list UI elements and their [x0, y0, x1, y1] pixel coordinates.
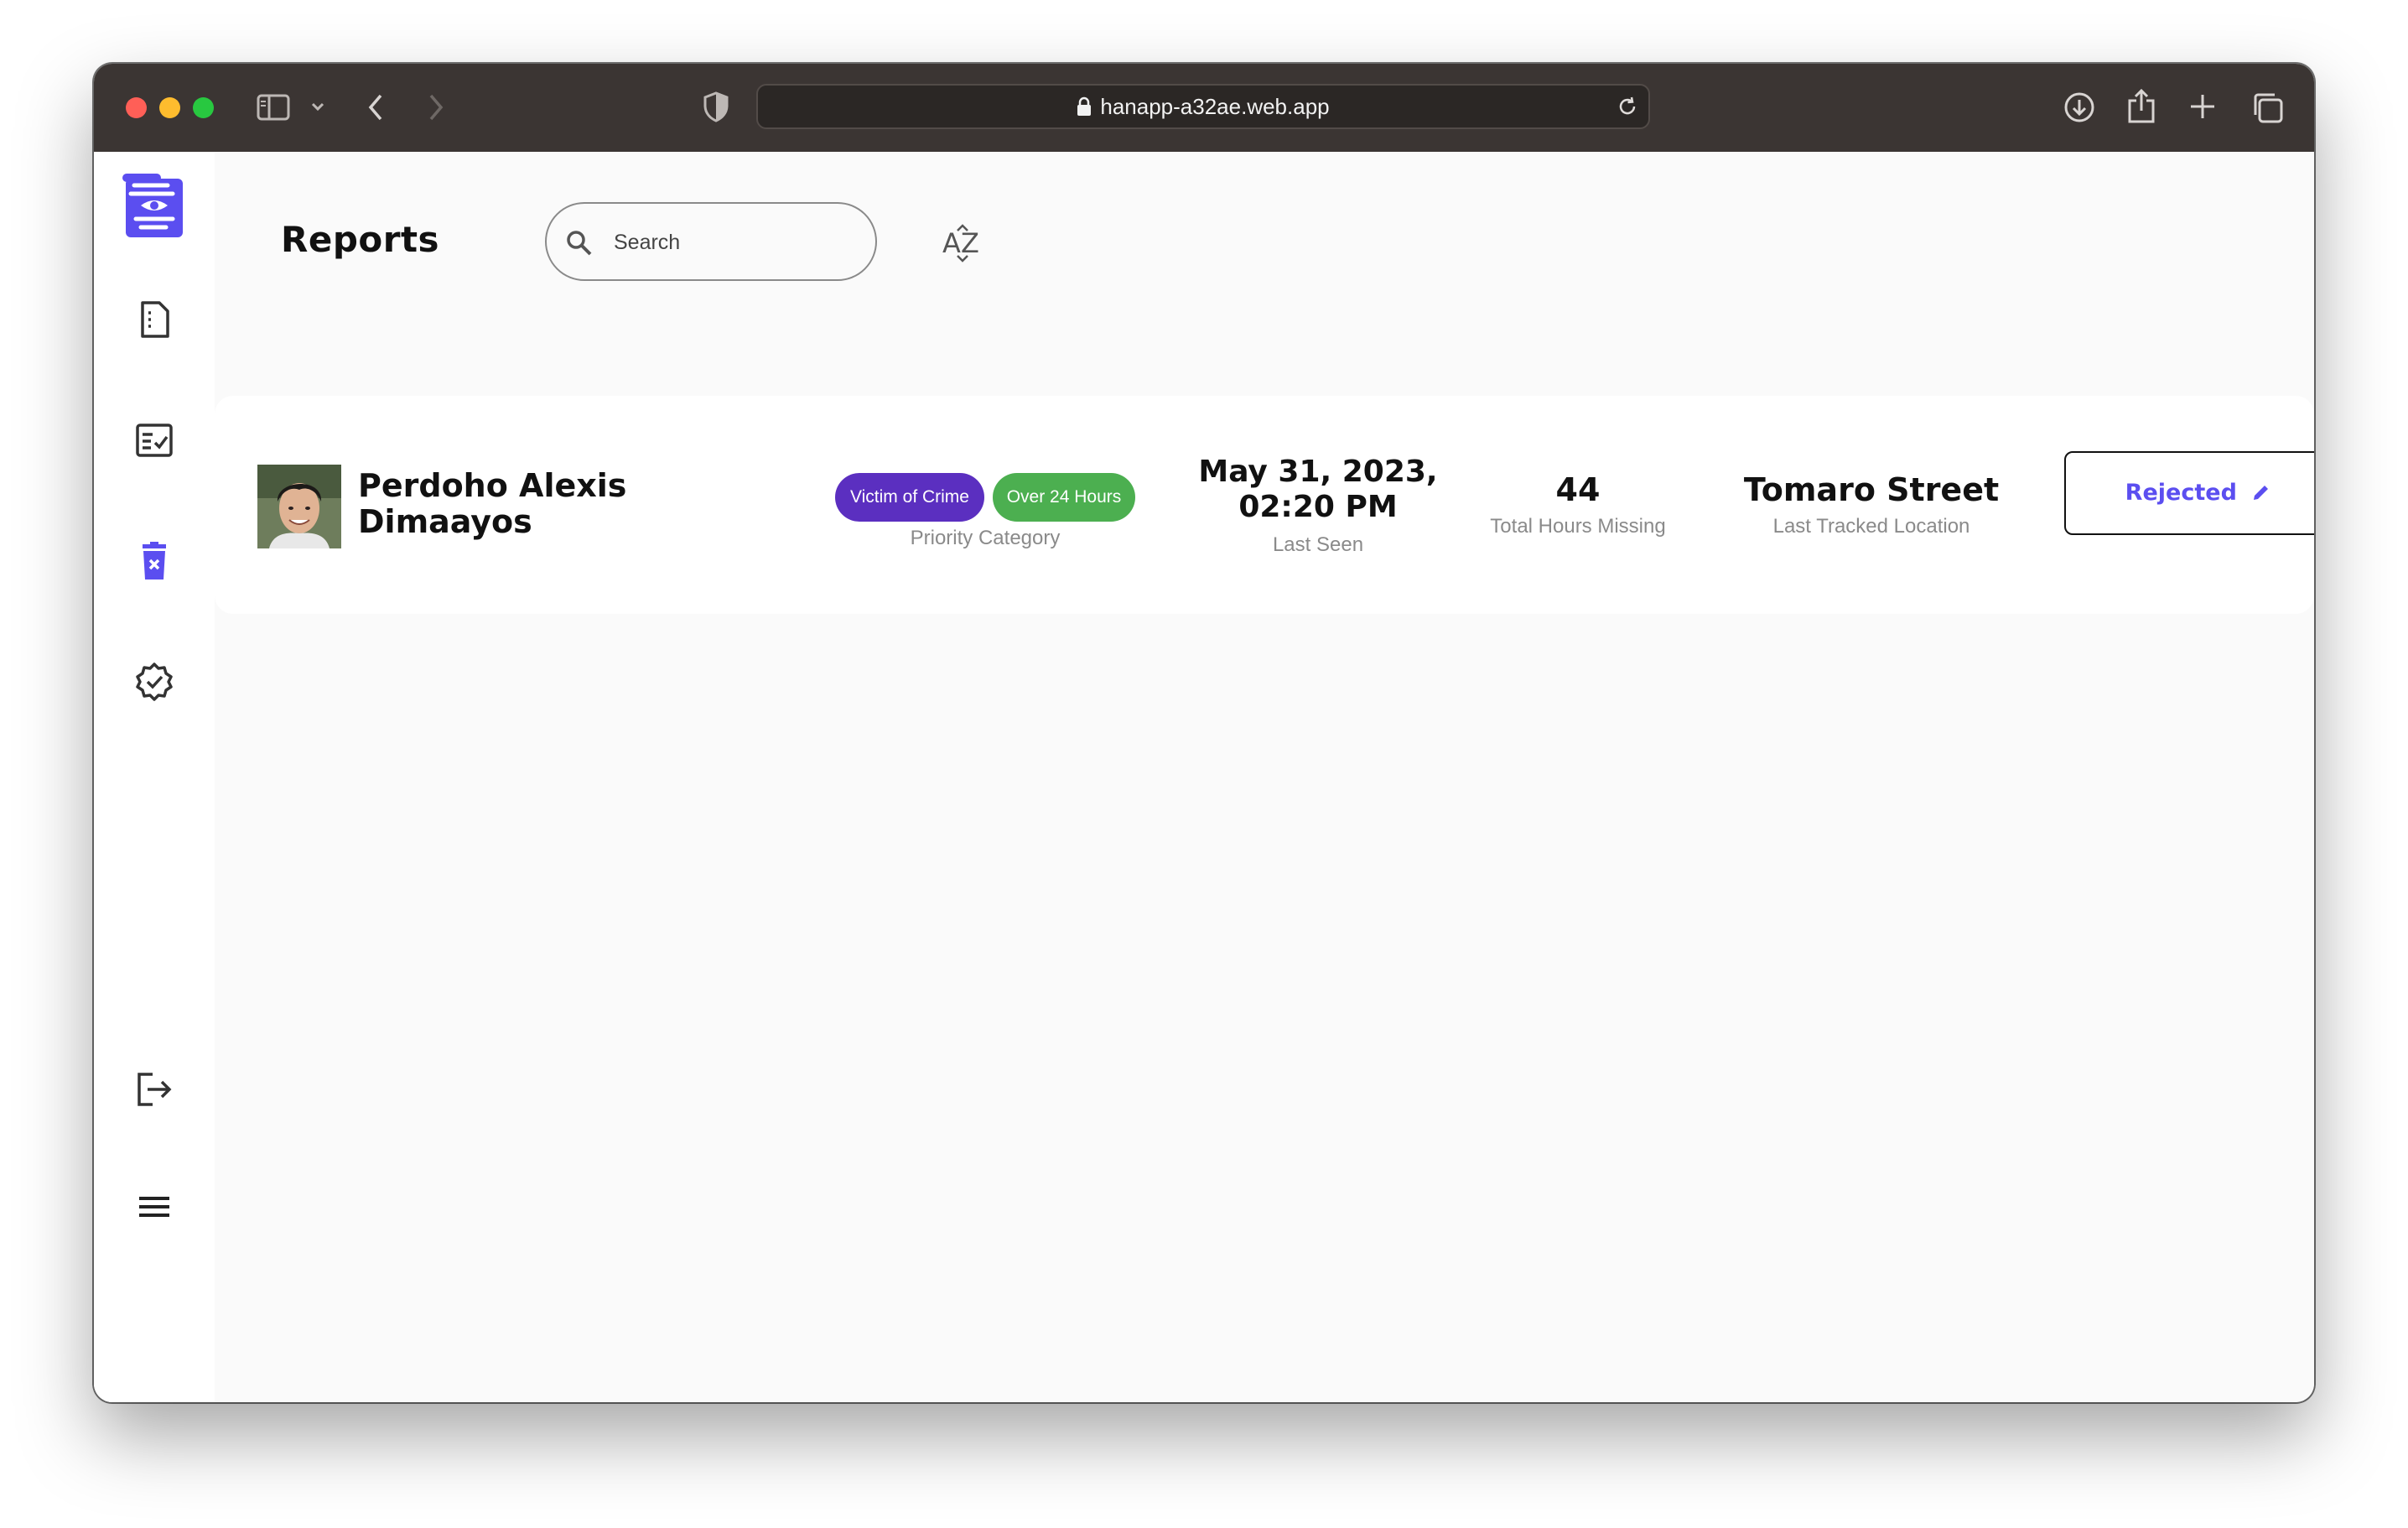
menu-icon[interactable] [134, 1187, 174, 1227]
lock-icon [1077, 88, 1092, 130]
zoom-window-button[interactable] [193, 97, 214, 118]
person-name: Perdoho Alexis Dimaayos [358, 468, 660, 540]
browser-window: hanapp-a32ae.web.app Reports Search A Z … [94, 64, 2314, 1402]
sort-az-icon[interactable]: A Z [941, 219, 984, 262]
person-name-first: Perdoho Alexis [358, 467, 627, 504]
hours-missing-label: Total Hours Missing [1490, 515, 1666, 538]
forward-icon[interactable] [426, 92, 446, 122]
logout-icon[interactable] [134, 1069, 174, 1110]
status-label: Rejected [2125, 480, 2237, 506]
page-title: Reports [281, 219, 440, 260]
minimize-window-button[interactable] [159, 97, 180, 118]
svg-text:Z: Z [961, 227, 979, 259]
document-icon[interactable] [134, 299, 174, 340]
report-card[interactable]: Perdoho Alexis Dimaayos Victim of Crime … [215, 396, 2314, 614]
reload-icon[interactable] [1617, 96, 1638, 122]
download-icon[interactable] [2063, 91, 2096, 124]
last-seen-label: Last Seen [1272, 533, 1364, 556]
share-icon[interactable] [2126, 87, 2156, 124]
avatar [257, 465, 341, 548]
new-tab-icon[interactable] [2188, 92, 2217, 121]
svg-text:A: A [942, 227, 961, 259]
last-location-label: Last Tracked Location [1772, 515, 1970, 538]
badge-over-24-hours: Over 24 Hours [993, 473, 1135, 522]
last-seen-time: 02:20 PM [1238, 490, 1398, 524]
address-bar[interactable]: hanapp-a32ae.web.app [756, 84, 1650, 129]
chevron-down-icon[interactable] [310, 101, 325, 112]
status-rejected-button[interactable]: Rejected [2064, 451, 2314, 535]
browser-toolbar: hanapp-a32ae.web.app [94, 64, 2314, 152]
close-window-button[interactable] [126, 97, 147, 118]
hours-missing-value: 44 [1555, 471, 1601, 508]
verified-badge-icon[interactable] [134, 662, 174, 702]
sidebar [94, 152, 215, 1402]
search-input[interactable] [612, 222, 859, 262]
back-icon[interactable] [366, 92, 386, 122]
url-text: hanapp-a32ae.web.app [758, 86, 1648, 127]
checklist-icon[interactable] [134, 420, 174, 460]
search-icon [565, 229, 594, 262]
badge-victim-of-crime: Victim of Crime [835, 473, 984, 522]
last-seen-date: May 31, 2023, 02:20 PM [1184, 455, 1452, 525]
search-box[interactable] [545, 202, 877, 281]
trash-icon[interactable] [134, 541, 174, 581]
tabs-overview-icon[interactable] [2250, 91, 2284, 124]
url-label: hanapp-a32ae.web.app [1100, 94, 1330, 119]
last-seen-date-line1: May 31, 2023, [1198, 455, 1438, 489]
logo-icon[interactable] [122, 174, 186, 239]
shield-icon[interactable] [703, 91, 729, 122]
pencil-icon [2251, 455, 2271, 536]
last-location-value: Tomaro Street [1743, 471, 2000, 508]
sidebar-toggle-icon[interactable] [257, 94, 290, 121]
app-content: Reports A Z [94, 152, 2314, 1402]
priority-category-label: Priority Category [910, 527, 1061, 549]
person-name-last: Dimaayos [358, 503, 532, 540]
